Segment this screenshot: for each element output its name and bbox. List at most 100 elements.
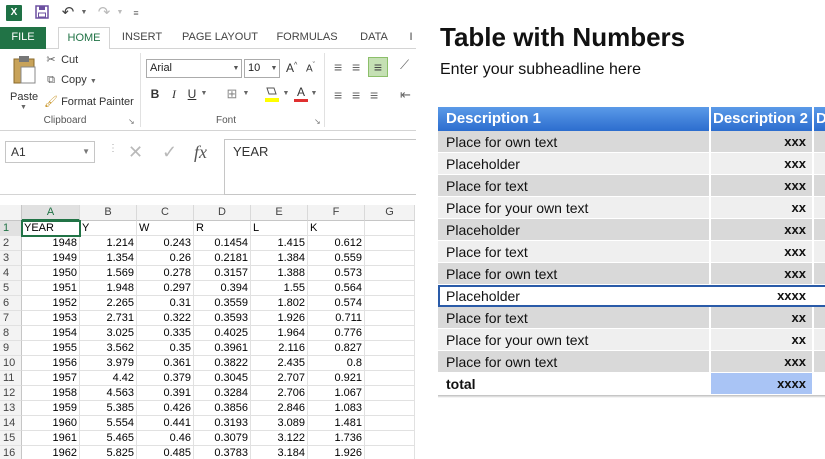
cell[interactable]: 0.35 bbox=[137, 341, 194, 356]
row-header-2[interactable]: 2 bbox=[0, 236, 22, 251]
customize-toolbar-icon[interactable]: ≡ bbox=[128, 5, 144, 21]
cell[interactable]: 4.563 bbox=[80, 386, 137, 401]
insert-function-icon[interactable]: fx bbox=[194, 141, 207, 163]
cell[interactable]: 0.3559 bbox=[194, 296, 251, 311]
font-launcher-icon[interactable]: ↘ bbox=[314, 117, 321, 126]
table-row[interactable]: Place for own text xxx bbox=[438, 351, 825, 373]
font-color-dropdown-icon[interactable]: ▼ bbox=[310, 85, 318, 103]
cell[interactable]: 0.278 bbox=[137, 266, 194, 281]
undo-icon[interactable]: ↶ bbox=[60, 5, 76, 21]
cell[interactable]: 3.122 bbox=[251, 431, 308, 446]
paste-button[interactable]: Paste ▼ bbox=[8, 55, 40, 111]
row-header-12[interactable]: 12 bbox=[0, 386, 22, 401]
row-header-13[interactable]: 13 bbox=[0, 401, 22, 416]
cell[interactable]: 0.3193 bbox=[194, 416, 251, 431]
cell[interactable]: 2.265 bbox=[80, 296, 137, 311]
cell[interactable]: 5.465 bbox=[80, 431, 137, 446]
cell[interactable]: 5.554 bbox=[80, 416, 137, 431]
cell[interactable] bbox=[365, 326, 415, 341]
cell[interactable]: 2.846 bbox=[251, 401, 308, 416]
align-bottom-icon[interactable]: ≡ bbox=[368, 57, 388, 77]
row-label[interactable]: Place for text bbox=[438, 175, 711, 197]
row-label[interactable]: Place for your own text bbox=[438, 197, 711, 219]
cell[interactable] bbox=[365, 446, 415, 459]
cell[interactable]: 0.322 bbox=[137, 311, 194, 326]
enter-icon[interactable]: ✓ bbox=[162, 141, 177, 163]
cell[interactable]: 1.214 bbox=[80, 236, 137, 251]
tab-formulas[interactable]: FORMULAS bbox=[272, 27, 342, 49]
font-color-button[interactable]: A bbox=[294, 85, 308, 103]
cell[interactable]: 1954 bbox=[22, 326, 80, 341]
row-value[interactable]: xxx bbox=[711, 241, 814, 263]
total-extra-cell[interactable] bbox=[814, 373, 825, 395]
cell[interactable]: 1.736 bbox=[308, 431, 365, 446]
underline-dropdown-icon[interactable]: ▼ bbox=[200, 85, 208, 103]
row-value[interactable]: xxxx bbox=[711, 285, 814, 307]
cell[interactable]: 3.184 bbox=[251, 446, 308, 459]
cell[interactable]: 1958 bbox=[22, 386, 80, 401]
column-header-c[interactable]: C bbox=[137, 205, 194, 221]
cell[interactable]: 0.574 bbox=[308, 296, 365, 311]
row-value[interactable]: xx bbox=[711, 329, 814, 351]
row-header-14[interactable]: 14 bbox=[0, 416, 22, 431]
cell[interactable] bbox=[365, 356, 415, 371]
fill-dropdown-icon[interactable]: ▼ bbox=[282, 85, 290, 103]
cell[interactable]: 2.435 bbox=[251, 356, 308, 371]
borders-dropdown-icon[interactable]: ▼ bbox=[242, 85, 250, 103]
cell[interactable] bbox=[365, 311, 415, 326]
row-header-5[interactable]: 5 bbox=[0, 281, 22, 296]
cell[interactable]: 0.3783 bbox=[194, 446, 251, 459]
cell[interactable]: 0.3079 bbox=[194, 431, 251, 446]
column-header-b[interactable]: B bbox=[80, 205, 137, 221]
table-row[interactable]: Place for text xx bbox=[438, 307, 825, 329]
select-all-corner[interactable] bbox=[0, 205, 22, 221]
row-value[interactable]: xxx bbox=[711, 131, 814, 153]
cell[interactable]: 1950 bbox=[22, 266, 80, 281]
row-value[interactable]: xx bbox=[711, 307, 814, 329]
cell[interactable]: 1957 bbox=[22, 371, 80, 386]
cell[interactable]: Y bbox=[80, 221, 137, 236]
table-row[interactable]: Place for your own text xx bbox=[438, 197, 825, 219]
cell[interactable]: 2.116 bbox=[251, 341, 308, 356]
column-header-a[interactable]: A bbox=[22, 205, 80, 221]
cell[interactable]: 0.3593 bbox=[194, 311, 251, 326]
cell[interactable]: 0.485 bbox=[137, 446, 194, 459]
cell[interactable]: 1.388 bbox=[251, 266, 308, 281]
cell[interactable]: 0.711 bbox=[308, 311, 365, 326]
cell[interactable]: 0.573 bbox=[308, 266, 365, 281]
cell[interactable]: 1.55 bbox=[251, 281, 308, 296]
total-value[interactable]: xxxx bbox=[711, 373, 814, 395]
row-value[interactable]: xxx bbox=[711, 175, 814, 197]
row-header-8[interactable]: 8 bbox=[0, 326, 22, 341]
row-extra-cell[interactable] bbox=[814, 263, 825, 285]
row-label[interactable]: Place for own text bbox=[438, 351, 711, 373]
cell[interactable] bbox=[365, 341, 415, 356]
cell[interactable]: 1.415 bbox=[251, 236, 308, 251]
cell[interactable]: 3.562 bbox=[80, 341, 137, 356]
table-row[interactable]: Place for your own text xx bbox=[438, 329, 825, 351]
row-header-4[interactable]: 4 bbox=[0, 266, 22, 281]
table-row[interactable]: Place for own text xxx bbox=[438, 263, 825, 285]
cell[interactable]: 1949 bbox=[22, 251, 80, 266]
cell[interactable]: 1.083 bbox=[308, 401, 365, 416]
cell[interactable] bbox=[365, 251, 415, 266]
row-extra-cell[interactable] bbox=[814, 219, 825, 241]
cell[interactable]: 1.481 bbox=[308, 416, 365, 431]
cell[interactable]: 1948 bbox=[22, 236, 80, 251]
cell[interactable]: 0.391 bbox=[137, 386, 194, 401]
cell[interactable]: 1.802 bbox=[251, 296, 308, 311]
cell[interactable]: 0.3822 bbox=[194, 356, 251, 371]
row-extra-cell[interactable] bbox=[814, 307, 825, 329]
table-row[interactable]: Place for own text xxx bbox=[438, 131, 825, 153]
column-header-f[interactable]: F bbox=[308, 205, 365, 221]
cell[interactable]: 1.354 bbox=[80, 251, 137, 266]
row-header-15[interactable]: 15 bbox=[0, 431, 22, 446]
cell[interactable]: 0.441 bbox=[137, 416, 194, 431]
cell[interactable]: 0.3961 bbox=[194, 341, 251, 356]
cell[interactable] bbox=[365, 416, 415, 431]
grow-font-button[interactable]: A^ bbox=[286, 61, 297, 75]
cell[interactable]: 0.394 bbox=[194, 281, 251, 296]
row-extra-cell[interactable] bbox=[814, 351, 825, 373]
row-extra-cell[interactable] bbox=[814, 131, 825, 153]
cell[interactable] bbox=[365, 431, 415, 446]
